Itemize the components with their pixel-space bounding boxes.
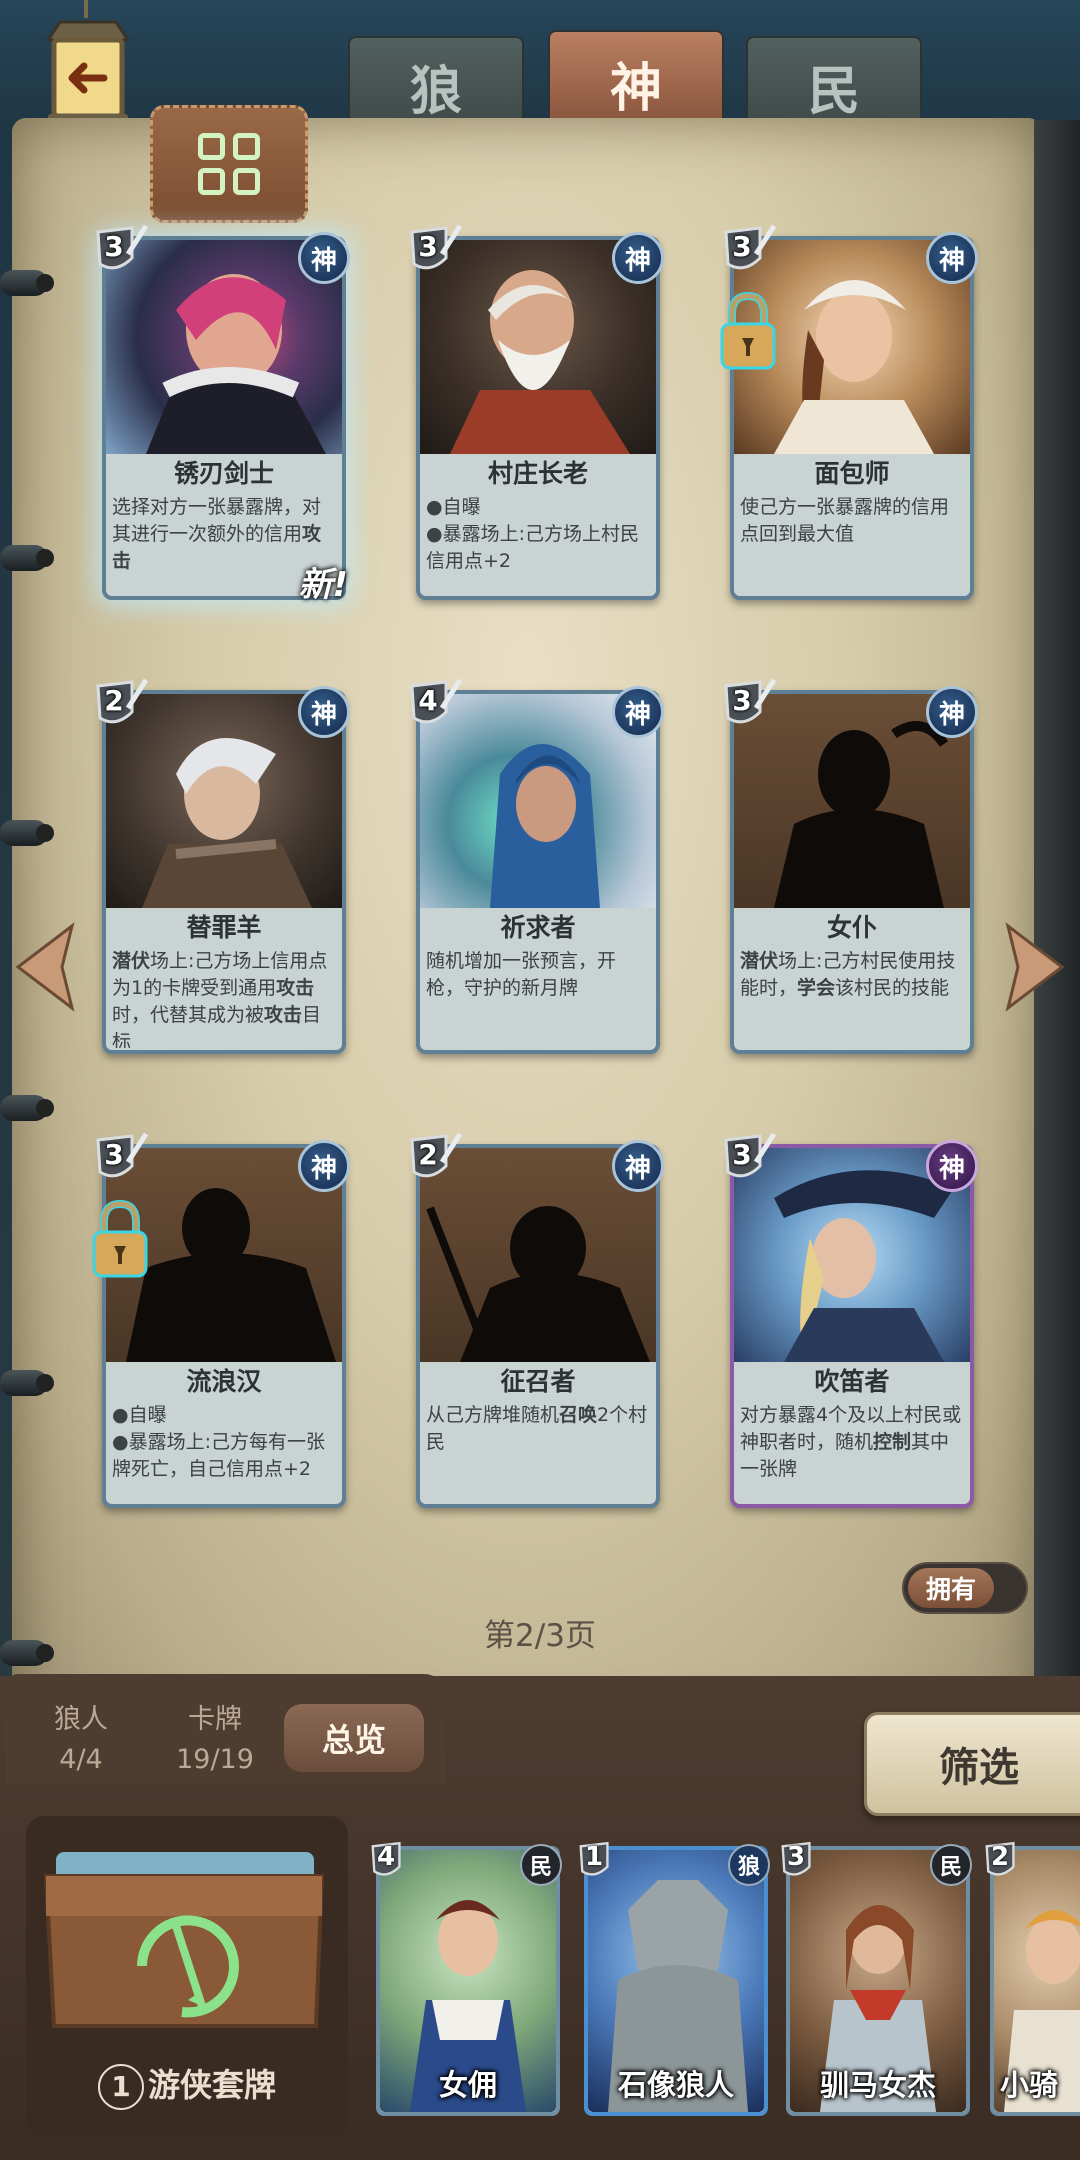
card-count-label: 卡牌 — [188, 1704, 242, 1735]
card-scapegoat[interactable]: 替罪羊 潜伏场上:己方场上信用点为1的卡牌受到通用攻击时，代替其成为被攻击目标 … — [96, 678, 350, 1054]
faction-badge: 狼 — [728, 1844, 770, 1886]
card-description: 潜伏场上:己方村民使用技能时，学会该村民的技能 — [740, 950, 956, 999]
card-description: 使己方一张暴露牌的信用点回到最大值 — [740, 496, 950, 545]
faction-badge: 神 — [298, 1140, 350, 1192]
deck-name: 1 游侠套牌 — [26, 2060, 348, 2110]
faction-badge: 神 — [926, 686, 978, 738]
new-tag: 新! — [298, 565, 348, 605]
deck-card[interactable]: 女佣 4 民 — [371, 1841, 562, 2116]
deck-card[interactable]: 石像狼人 1 狼 — [579, 1841, 770, 2116]
card-name: 吹笛者 — [814, 1367, 890, 1396]
card-village-elder[interactable]: 村庄长老 ●自曝 ●暴露场上:己方场上村民信用点+2 3 神 — [410, 224, 664, 600]
cost-badge: 2 — [92, 678, 149, 734]
back-button[interactable] — [32, 0, 142, 130]
deck-card-name: 女佣 — [438, 2068, 497, 2102]
book-ring — [0, 545, 54, 571]
card-description: ●自曝 ●暴露场上:己方场上村民信用点+2 — [426, 496, 639, 572]
cost-badge: 4 — [406, 678, 463, 734]
faction-badge: 民 — [930, 1844, 972, 1886]
wolf-count: 狼人 4/4 — [36, 1700, 126, 1780]
faction-badge: 神 — [612, 686, 664, 738]
card-baker[interactable]: 面包师 使己方一张暴露牌的信用点回到最大值 3 神 — [720, 224, 978, 600]
faction-badge: 神 — [612, 232, 664, 284]
wolf-count-value: 4/4 — [59, 1744, 103, 1775]
deck-card[interactable]: 小骑 2 — [985, 1841, 1080, 2116]
cost-badge: 1 — [576, 1840, 620, 1884]
deck-name-label: 游侠套牌 — [147, 2066, 276, 2104]
cost-badge: 3 — [92, 1132, 149, 1188]
overview-button[interactable]: 总览 — [284, 1704, 424, 1772]
card-count-value: 19/19 — [176, 1744, 254, 1775]
card-description: 从己方牌堆随机召唤2个村民 — [426, 1404, 648, 1453]
deck-card-name: 石像狼人 — [617, 2068, 734, 2102]
card-maid[interactable]: 女仆 潜伏场上:己方村民使用技能时，学会该村民的技能 3 神 — [724, 678, 978, 1054]
card-count: 卡牌 19/19 — [160, 1700, 270, 1780]
card-description: 潜伏场上:己方场上信用点为1的卡牌受到通用攻击时，代替其成为被攻击目标 — [112, 950, 328, 1048]
prev-page-button[interactable] — [6, 920, 84, 1014]
deck-card[interactable]: 驯马女杰 3 民 — [781, 1841, 972, 2116]
deck-wallet-icon — [43, 1852, 325, 2028]
card-description: ●自曝 ●暴露场上:己方每有一张牌死亡，自己信用点+2 — [112, 1404, 325, 1480]
card-piper[interactable]: 吹笛者 对方暴露4个及以上村民或神职者时，随机控制其中一张牌 3 神 — [724, 1132, 978, 1508]
chevron-left-icon — [15, 922, 75, 1012]
cost-badge: 3 — [406, 224, 463, 280]
lock-icon — [88, 1198, 152, 1282]
owned-toggle-label: 拥有 — [908, 1568, 994, 1608]
book-ring — [0, 270, 54, 296]
card-name: 村庄长老 — [487, 459, 588, 488]
card-name: 征召者 — [500, 1367, 576, 1396]
lock-icon — [716, 290, 780, 374]
cost-badge: 3 — [92, 224, 149, 280]
cost-badge: 4 — [368, 1840, 412, 1884]
faction-badge: 神 — [298, 232, 350, 284]
cost-badge: 3 — [720, 678, 777, 734]
owned-filter-toggle[interactable]: 拥有 — [902, 1562, 1028, 1614]
faction-badge: 神 — [612, 1140, 664, 1192]
deck-number: 1 — [97, 2064, 144, 2110]
next-page-button[interactable] — [996, 920, 1074, 1014]
chevron-right-icon — [1005, 922, 1065, 1012]
card-rust-blade-swordsman[interactable]: 锈刃剑士 选择对方一张暴露牌，对其进行一次额外的信用攻击 3 神 新! — [96, 224, 350, 605]
book-ring — [0, 820, 54, 846]
deck-card-name: 驯马女杰 — [819, 2068, 936, 2102]
page-indicator: 第2/3页 — [484, 1618, 596, 1654]
cost-badge: 3 — [778, 1840, 822, 1884]
cost-badge: 2 — [406, 1132, 463, 1188]
card-name: 面包师 — [814, 459, 890, 488]
deck-card-name: 小骑 — [1000, 2068, 1059, 2102]
card-name: 流浪汉 — [186, 1367, 262, 1396]
book-ring — [0, 1370, 54, 1396]
cost-badge: 3 — [720, 224, 777, 280]
faction-badge: 神 — [298, 686, 350, 738]
cost-badge: 3 — [720, 1132, 777, 1188]
faction-badge: 民 — [520, 1844, 562, 1886]
card-conscriptor[interactable]: 征召者 从己方牌堆随机召唤2个村民 2 神 — [410, 1132, 664, 1508]
card-name: 锈刃剑士 — [173, 459, 274, 488]
card-supplicant[interactable]: 祈求者 随机增加一张预言，开枪，守护的新月牌 4 神 — [410, 678, 664, 1054]
filter-button[interactable]: 筛选 — [864, 1712, 1080, 1816]
cost-badge: 2 — [982, 1840, 1026, 1884]
wolf-count-label: 狼人 — [54, 1704, 108, 1735]
grid-icon — [198, 133, 260, 195]
card-name: 祈求者 — [500, 913, 576, 942]
faction-badge: 神 — [926, 232, 978, 284]
book-ring — [0, 1095, 54, 1121]
collection-view-button[interactable] — [150, 105, 308, 223]
faction-badge: 神 — [926, 1140, 978, 1192]
card-name: 女仆 — [826, 913, 877, 942]
card-description: 对方暴露4个及以上村民或神职者时，随机控制其中一张牌 — [740, 1404, 962, 1480]
card-name: 替罪羊 — [186, 913, 262, 942]
screen: 狼 神 民 锈刃剑士 选择对方一张暴露牌，对其进行一次额外的信用攻击 3 神 新… — [0, 0, 1080, 2160]
card-description: 随机增加一张预言，开枪，守护的新月牌 — [426, 950, 617, 999]
lantern-back-icon — [45, 0, 131, 126]
card-vagrant[interactable]: 流浪汉 ●自曝 ●暴露场上:己方每有一张牌死亡，自己信用点+2 3 神 — [92, 1132, 350, 1508]
